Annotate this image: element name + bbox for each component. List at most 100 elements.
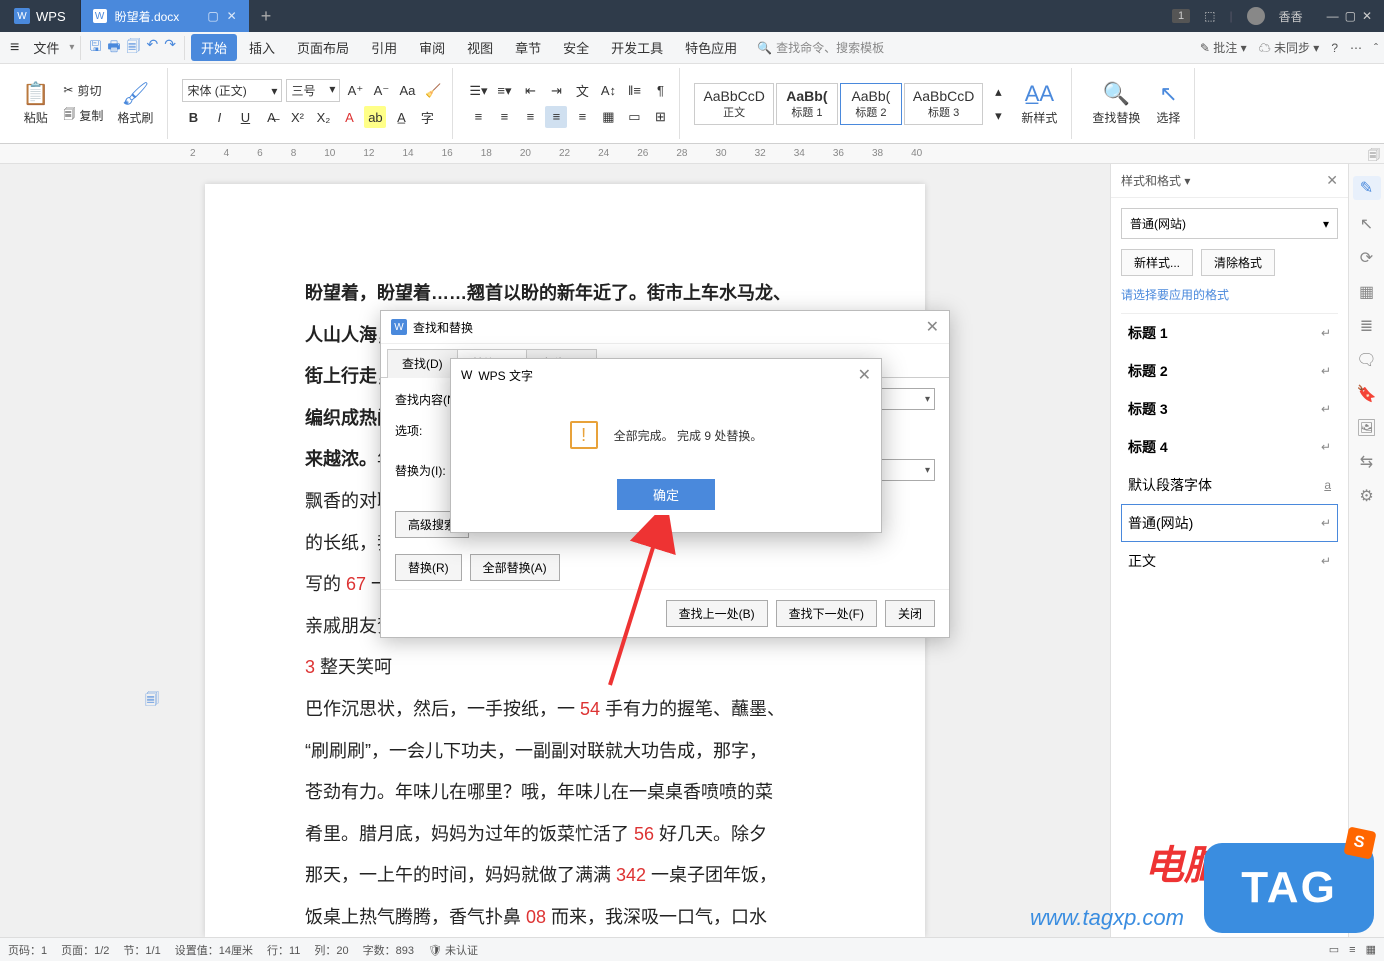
italic-button[interactable]: I xyxy=(208,106,230,128)
shrink-font-icon[interactable]: A⁻ xyxy=(370,80,392,102)
para-1[interactable]: 盼望着，盼望着……翘首以盼的新年近了。街市上车水马龙、 xyxy=(305,274,825,314)
skin-icon[interactable]: ⬚ xyxy=(1204,9,1215,23)
tab-page-layout[interactable]: 页面布局 xyxy=(287,34,359,61)
copy-button[interactable]: 🗐 复制 xyxy=(59,103,107,128)
user-avatar-icon[interactable] xyxy=(1247,7,1265,25)
tab-close-icon[interactable]: ✕ xyxy=(227,9,237,23)
style-gallery-up-icon[interactable]: ▴ xyxy=(987,81,1009,103)
hamburger-icon[interactable]: ≡ xyxy=(6,39,23,57)
sync-button[interactable]: ☁ 未同步 ▾ xyxy=(1259,39,1320,56)
style-h1[interactable]: AaBb(标题 1 xyxy=(776,83,838,125)
style-h2[interactable]: AaBb(标题 2 xyxy=(840,83,902,125)
char-shading-button[interactable]: 字 xyxy=(416,106,438,128)
rail-transform-icon[interactable]: ⇆ xyxy=(1360,452,1373,472)
document-tab[interactable]: W 盼望着.docx ▢ ✕ xyxy=(81,0,249,32)
rail-comment-icon[interactable]: 🗨 xyxy=(1356,350,1376,370)
current-style-select[interactable]: 普通(网站)▾ xyxy=(1121,208,1338,239)
sb-word-count[interactable]: 字数：893 xyxy=(363,942,414,958)
style-item-default-font[interactable]: 默认段落字体a xyxy=(1121,466,1338,504)
user-name[interactable]: 香香 xyxy=(1279,8,1303,25)
numbering-icon[interactable]: ≡▾ xyxy=(493,80,515,102)
print-icon[interactable]: 🖶 xyxy=(107,36,120,60)
sb-set-value[interactable]: 设置值：14厘米 xyxy=(175,942,253,958)
para-12[interactable]: “刷刷刷”，一会儿下功夫，一副副对联就大功告成，那字， xyxy=(305,732,825,772)
window-close-icon[interactable]: ✕ xyxy=(1362,9,1372,23)
cut-button[interactable]: ✂ 剪切 xyxy=(59,80,107,101)
tab-chapter[interactable]: 章节 xyxy=(505,34,551,61)
print-preview-icon[interactable]: 🗐 xyxy=(127,36,141,60)
sort-icon[interactable]: A↕ xyxy=(597,80,619,102)
find-next-button[interactable]: 查找下一处(F) xyxy=(776,600,877,627)
font-name-select[interactable]: 宋体 (正文)▾ xyxy=(182,79,282,102)
tab-monitor-icon[interactable]: ▢ xyxy=(207,9,218,23)
outdent-icon[interactable]: ⇤ xyxy=(519,80,541,102)
rail-signal-icon[interactable]: ≣ xyxy=(1360,316,1373,336)
annotate-button[interactable]: ✎ 批注 ▾ xyxy=(1200,39,1247,56)
tab-dev-tools[interactable]: 开发工具 xyxy=(601,34,673,61)
text-direction-icon[interactable]: 文 xyxy=(571,80,593,102)
new-style-button[interactable]: A̲A 新样式 xyxy=(1015,77,1063,130)
undo-icon[interactable]: ↶ xyxy=(147,36,159,60)
format-painter-button[interactable]: 🖌 格式刷 xyxy=(111,77,159,130)
comment-indicator-icon[interactable]: 🗐 xyxy=(145,684,159,715)
collapse-ribbon-icon[interactable]: ˆ xyxy=(1374,41,1378,55)
para-15[interactable]: 那天，一上午的时间，妈妈就做了满满 342 一桌子团年饭， xyxy=(305,856,825,896)
underline-button[interactable]: U xyxy=(234,106,256,128)
align-justify-icon[interactable]: ≡ xyxy=(545,106,567,128)
style-item-h1[interactable]: 标题 1↵ xyxy=(1121,314,1338,352)
notification-badge[interactable]: 1 xyxy=(1172,9,1190,23)
rail-refresh-icon[interactable]: ⟳ xyxy=(1360,248,1373,268)
clear-format-icon[interactable]: 🧹 xyxy=(422,80,444,102)
more-icon[interactable]: ⋯ xyxy=(1350,41,1362,55)
para-10[interactable]: 3 整天笑呵 xyxy=(305,648,825,688)
style-item-h2[interactable]: 标题 2↵ xyxy=(1121,352,1338,390)
rail-tag-icon[interactable]: 🔖 xyxy=(1357,384,1377,404)
save-icon[interactable]: 🖫 xyxy=(89,36,101,60)
indent-icon[interactable]: ⇥ xyxy=(545,80,567,102)
find-prev-button[interactable]: 查找上一处(B) xyxy=(666,600,768,627)
style-item-h3[interactable]: 标题 3↵ xyxy=(1121,390,1338,428)
show-marks-icon[interactable]: ¶ xyxy=(649,80,671,102)
borders-icon[interactable]: ▭ xyxy=(623,106,645,128)
wps-home-tab[interactable]: W WPS xyxy=(0,0,81,32)
shading-icon[interactable]: ▦ xyxy=(597,106,619,128)
distribute-icon[interactable]: ≡ xyxy=(571,106,593,128)
rail-edit-icon[interactable]: ✎ xyxy=(1353,176,1381,200)
rail-settings-icon[interactable]: ⚙ xyxy=(1359,486,1373,506)
rail-image-icon[interactable]: 🖼 xyxy=(1356,418,1376,438)
superscript-button[interactable]: X² xyxy=(286,106,308,128)
sb-view-3-icon[interactable]: ▦ xyxy=(1366,943,1376,956)
para-16[interactable]: 饭桌上热气腾腾，香气扑鼻 08 而来，我深吸一口气，口水 xyxy=(305,898,825,937)
tab-stops-icon[interactable]: ⊞ xyxy=(649,106,671,128)
sb-view-1-icon[interactable]: ▭ xyxy=(1329,943,1339,956)
paste-button[interactable]: 📋 粘贴 xyxy=(16,77,55,130)
sb-col[interactable]: 列：20 xyxy=(314,942,348,958)
pane-close-icon[interactable]: ✕ xyxy=(1326,172,1338,189)
change-case-icon[interactable]: Aa xyxy=(396,80,418,102)
font-size-select[interactable]: 三号▾ xyxy=(286,79,340,102)
char-border-button[interactable]: A̲ xyxy=(390,106,412,128)
align-left-icon[interactable]: ≡ xyxy=(467,106,489,128)
para-14[interactable]: 肴里。腊月底，妈妈为过年的饭菜忙活了 56 好几天。除夕 xyxy=(305,815,825,855)
para-11[interactable]: 巴作沉思状，然后，一手按纸，一 54 手有力的握笔、蘸墨、 xyxy=(305,690,825,730)
style-gallery-down-icon[interactable]: ▾ xyxy=(987,105,1009,127)
add-tab-button[interactable]: + xyxy=(249,6,284,27)
para-13[interactable]: 苍劲有力。年味儿在哪里？哦，年味儿在一桌桌香喷喷的菜 xyxy=(305,773,825,813)
style-item-normal-web[interactable]: 普通(网站)↵ xyxy=(1121,504,1338,542)
style-item-body[interactable]: 正文↵ xyxy=(1121,542,1338,580)
bullets-icon[interactable]: ☰▾ xyxy=(467,80,489,102)
sb-row[interactable]: 行：11 xyxy=(267,942,300,958)
find-replace-button[interactable]: 🔍 查找替换 xyxy=(1086,77,1146,130)
tab-start[interactable]: 开始 xyxy=(191,34,237,61)
style-item-h4[interactable]: 标题 4↵ xyxy=(1121,428,1338,466)
sb-section[interactable]: 节：1/1 xyxy=(123,942,160,958)
alert-ok-button[interactable]: 确定 xyxy=(617,479,715,510)
align-center-icon[interactable]: ≡ xyxy=(493,106,515,128)
sb-view-2-icon[interactable]: ≡ xyxy=(1349,944,1355,956)
dlg-tab-find[interactable]: 查找(D) xyxy=(387,349,458,378)
bold-button[interactable]: B xyxy=(182,106,204,128)
minimize-icon[interactable]: — xyxy=(1327,9,1339,23)
replace-button[interactable]: 替换(R) xyxy=(395,554,462,581)
sb-auth[interactable]: 🛡 未认证 xyxy=(428,942,478,958)
style-h3[interactable]: AaBbCcD标题 3 xyxy=(904,83,983,125)
